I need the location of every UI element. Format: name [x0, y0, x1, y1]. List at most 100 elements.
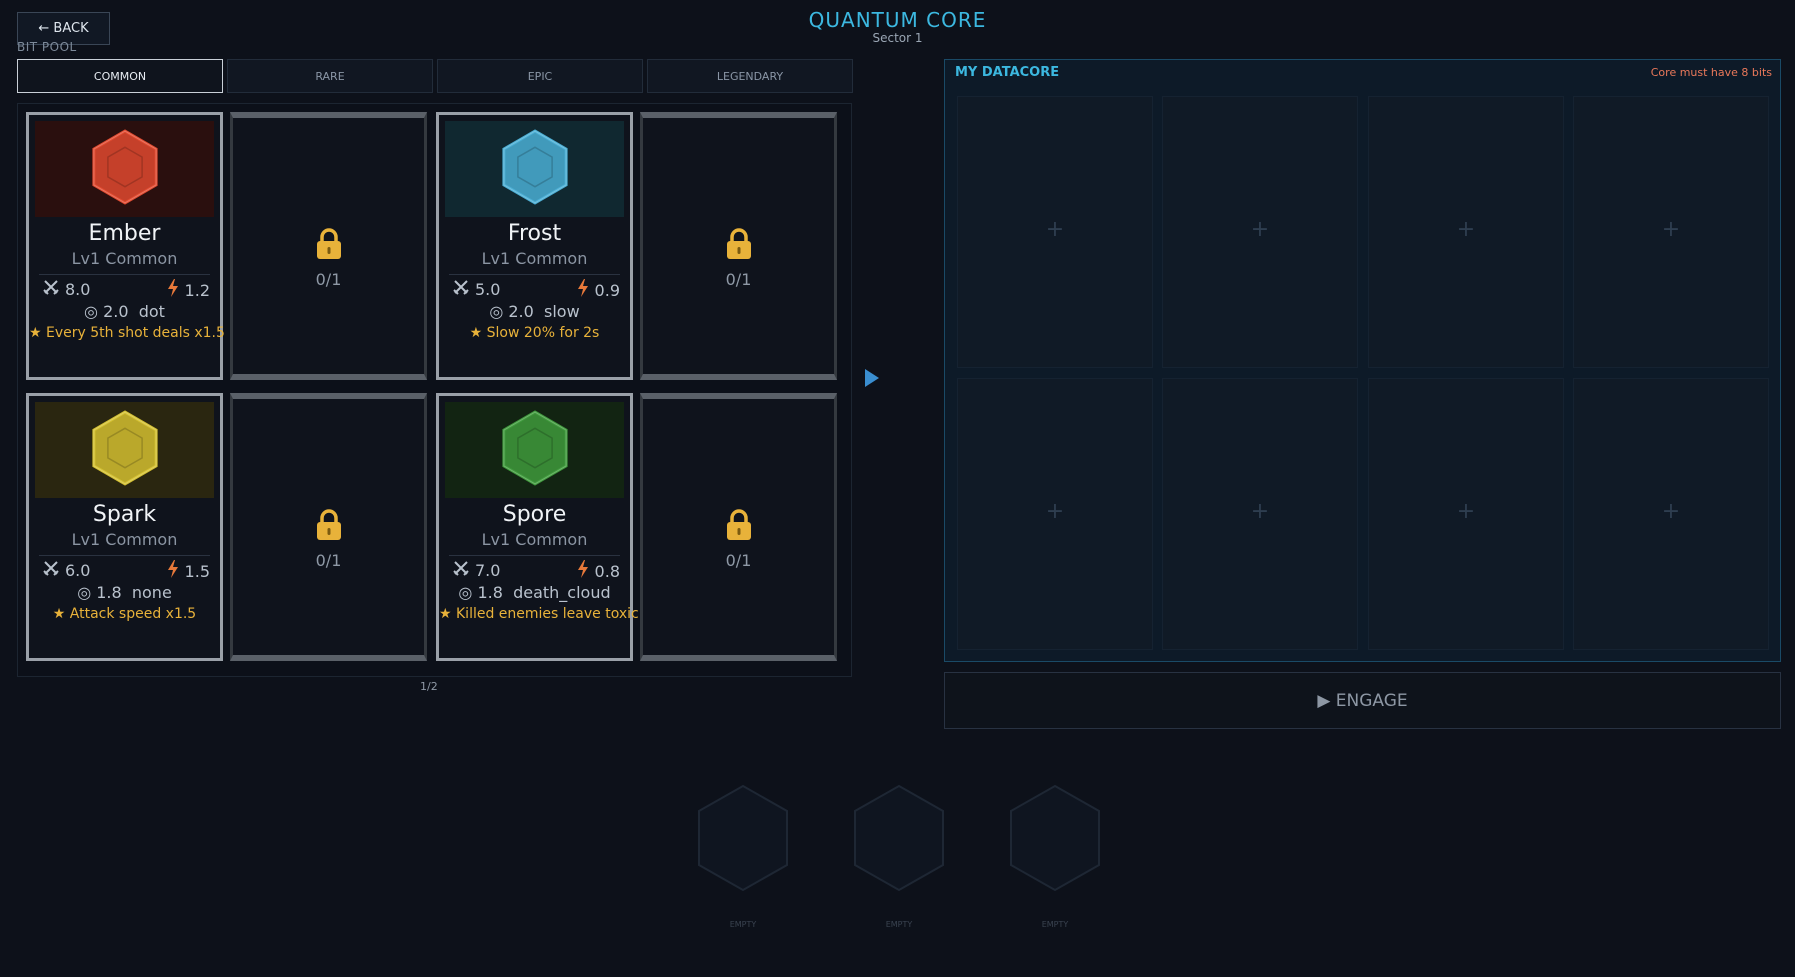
bit-name: Frost: [507, 221, 562, 246]
unlock-count: 0/1: [315, 270, 342, 289]
unlock-count: 0/1: [725, 551, 752, 570]
bit-name: Ember: [88, 221, 161, 246]
lock-icon: [643, 228, 834, 264]
range-value: 2.0: [508, 302, 534, 321]
perk-text: ★ Every 5th shot deals x1.5: [29, 325, 225, 341]
tab-rare[interactable]: RARE: [227, 59, 433, 93]
divider: [449, 274, 620, 275]
datacore-slot[interactable]: +: [1573, 96, 1769, 368]
equip-slot-label: EMPTY: [885, 920, 913, 929]
locked-card[interactable]: 0/1: [230, 393, 427, 661]
attack-value: 7.0: [475, 560, 501, 580]
hexagon-icon: [86, 409, 164, 491]
perk-text: ★ Killed enemies leave toxic cloud 3s: [439, 606, 702, 622]
datacore-slot[interactable]: +: [1573, 378, 1769, 650]
plus-icon: +: [1250, 499, 1270, 524]
range-icon: ◎: [458, 583, 478, 602]
plus-icon: +: [1045, 217, 1065, 242]
tab-epic[interactable]: EPIC: [437, 59, 643, 93]
speed-value: 1.2: [184, 280, 210, 300]
attack-value: 6.0: [65, 560, 91, 580]
plus-icon: +: [1456, 217, 1476, 242]
speed-value: 1.5: [184, 561, 210, 581]
perk-text: ★ Slow 20% for 2s: [469, 325, 600, 341]
attack-value: 5.0: [475, 279, 501, 299]
equip-slot-label: EMPTY: [1041, 920, 1069, 929]
effect-value: slow: [544, 302, 580, 321]
range-icon: ◎: [489, 302, 509, 321]
lock-icon: [233, 509, 424, 545]
bit-card-frost[interactable]: Frost Lv1 Common 5.0 0.9 ◎ 2.0 slow ★ Sl…: [436, 112, 633, 380]
datacore-slot[interactable]: +: [1368, 96, 1564, 368]
range-value: 2.0: [103, 302, 129, 321]
lightning-icon: [167, 279, 179, 301]
equip-slot-label: EMPTY: [729, 920, 757, 929]
transfer-arrow-icon[interactable]: [863, 368, 881, 392]
effect-value: death_cloud: [513, 583, 611, 602]
bit-level: Lv1 Common: [481, 530, 588, 549]
lightning-icon: [577, 560, 589, 582]
datacore-slot[interactable]: +: [1162, 378, 1358, 650]
datacore-slot[interactable]: +: [1162, 96, 1358, 368]
engage-button[interactable]: ▶ ENGAGE: [944, 672, 1781, 729]
lock-icon: [643, 509, 834, 545]
swords-icon: [43, 560, 59, 580]
plus-icon: +: [1045, 499, 1065, 524]
bit-level: Lv1 Common: [71, 530, 178, 549]
divider: [39, 274, 210, 275]
datacore-title: MY DATACORE: [955, 65, 1060, 80]
locked-card[interactable]: 0/1: [230, 112, 427, 380]
unlock-count: 0/1: [725, 270, 752, 289]
hexagon-icon: [496, 409, 574, 491]
speed-value: 0.8: [594, 561, 620, 581]
datacore-panel: MY DATACORE Core must have 8 bits + + + + + +…: [944, 59, 1781, 662]
sector-subtitle: Sector 1: [872, 31, 923, 45]
bit-art: [445, 121, 624, 217]
bit-pool-grid: Ember Lv1 Common 8.0 1.2 ◎ 2.0 dot ★ Eve…: [17, 103, 852, 677]
bit-level: Lv1 Common: [481, 249, 588, 268]
lightning-icon: [167, 560, 179, 582]
effect-value: none: [131, 583, 172, 602]
speed-value: 0.9: [594, 280, 620, 300]
swords-icon: [43, 279, 59, 299]
swords-icon: [453, 560, 469, 580]
tab-legendary[interactable]: LEGENDARY: [647, 59, 853, 93]
attack-value: 8.0: [65, 279, 91, 299]
bit-level: Lv1 Common: [71, 249, 178, 268]
range-value: 1.8: [477, 583, 503, 602]
range-icon: ◎: [84, 302, 104, 321]
bit-card-ember[interactable]: Ember Lv1 Common 8.0 1.2 ◎ 2.0 dot ★ Eve…: [26, 112, 225, 380]
lightning-icon: [577, 279, 589, 301]
divider: [39, 555, 210, 556]
bit-art: [445, 402, 624, 498]
locked-card[interactable]: 0/1: [640, 393, 837, 661]
bit-art: [35, 402, 214, 498]
plus-icon: +: [1250, 217, 1270, 242]
tab-common[interactable]: COMMON: [17, 59, 223, 93]
page-indicator: 1/2: [420, 680, 438, 693]
range-icon: ◎: [77, 583, 97, 602]
unlock-count: 0/1: [315, 551, 342, 570]
bit-name: Spore: [502, 502, 567, 527]
range-value: 1.8: [96, 583, 122, 602]
bit-card-spore[interactable]: Spore Lv1 Common 7.0 0.8 ◎ 1.8 death_clo…: [436, 393, 702, 661]
datacore-warning: Core must have 8 bits: [1650, 66, 1772, 79]
perk-text: ★ Attack speed x1.5: [52, 606, 197, 622]
divider: [449, 555, 620, 556]
lock-icon: [233, 228, 424, 264]
effect-value: dot: [138, 302, 165, 321]
bit-card-spark[interactable]: Spark Lv1 Common 6.0 1.5 ◎ 1.8 none ★ At…: [26, 393, 223, 661]
hexagon-icon: [86, 128, 164, 210]
bit-art: [35, 121, 214, 217]
datacore-slot[interactable]: +: [957, 378, 1153, 650]
page-title: QUANTUM CORE: [808, 8, 987, 32]
equip-slot-hexagon[interactable]: [1007, 783, 1103, 893]
datacore-slot[interactable]: +: [1368, 378, 1564, 650]
locked-card[interactable]: 0/1: [640, 112, 837, 380]
equip-slot-hexagon[interactable]: [695, 783, 791, 893]
equip-slot-hexagon[interactable]: [851, 783, 947, 893]
datacore-slot[interactable]: +: [957, 96, 1153, 368]
plus-icon: +: [1661, 217, 1681, 242]
swords-icon: [453, 279, 469, 299]
plus-icon: +: [1661, 499, 1681, 524]
